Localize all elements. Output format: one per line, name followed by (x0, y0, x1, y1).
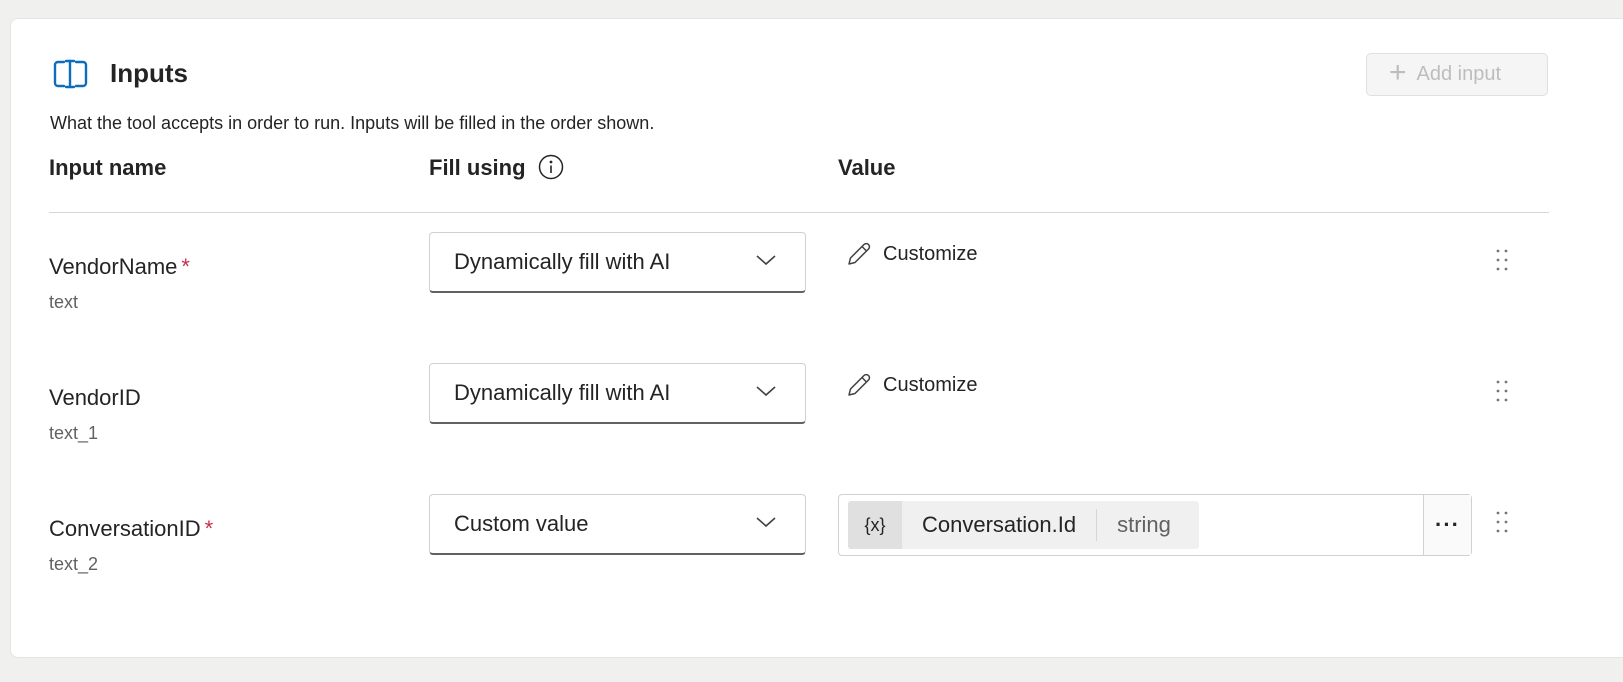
customize-link[interactable]: Customize (845, 371, 977, 399)
input-type: text_2 (49, 554, 99, 574)
section-description: What the tool accepts in order to run. I… (50, 113, 655, 133)
column-header-value: Value (838, 155, 896, 180)
drag-handle-icon[interactable] (1494, 508, 1510, 536)
pencil-icon (848, 373, 871, 396)
drag-handle-icon[interactable] (1494, 246, 1510, 274)
fill-using-dropdown[interactable]: Dynamically fill with AI (429, 363, 806, 424)
input-type: text (49, 292, 79, 312)
plus-icon: + (1389, 56, 1407, 89)
column-header-fill-using: Fill using (429, 153, 564, 183)
column-header-input-name: Input name (49, 155, 167, 180)
variable-type: string (1117, 512, 1171, 537)
input-name: VendorID (49, 383, 145, 413)
variable-icon: {x} (848, 501, 902, 549)
custom-value-field[interactable]: {x} Conversation.Id string ··· (838, 494, 1472, 556)
variable-name: Conversation.Id (902, 509, 1098, 541)
input-name-label: ConversationID (49, 516, 201, 541)
input-bracket-icon (53, 59, 88, 89)
chevron-down-icon (756, 255, 776, 266)
input-row-vendorname: VendorName * text Dynamically fill with A… (0, 232, 1623, 332)
input-name: ConversationID * (49, 514, 213, 544)
customize-label: Customize (883, 373, 978, 396)
pencil-icon (848, 242, 871, 265)
chevron-down-icon (756, 517, 776, 528)
header-divider (49, 212, 1549, 213)
section-title: Inputs (110, 58, 188, 88)
fill-using-dropdown[interactable]: Dynamically fill with AI (429, 232, 806, 293)
customize-link[interactable]: Customize (845, 240, 977, 268)
customize-label: Customize (883, 242, 978, 265)
fill-using-value: Dynamically fill with AI (454, 380, 671, 405)
required-marker: * (181, 254, 190, 279)
chevron-down-icon (756, 386, 776, 397)
add-input-button[interactable]: + Add input (1366, 53, 1548, 96)
fill-using-value: Custom value (454, 511, 589, 536)
fill-using-dropdown[interactable]: Custom value (429, 494, 806, 555)
more-options-button[interactable]: ··· (1423, 495, 1471, 555)
add-input-label: Add input (1416, 63, 1502, 85)
input-row-vendorid: VendorID text_1 Dynamically fill with AI… (0, 363, 1623, 463)
info-icon[interactable] (538, 154, 564, 180)
input-name-label: VendorName (49, 254, 178, 279)
input-name: VendorName * (49, 252, 190, 282)
required-marker: * (204, 516, 214, 541)
fill-using-value: Dynamically fill with AI (454, 249, 671, 274)
input-row-conversationid: ConversationID * text_2 Custom value {x} … (0, 494, 1623, 594)
fill-using-label: Fill using (429, 155, 526, 180)
variable-token[interactable]: {x} Conversation.Id string (848, 501, 1199, 549)
drag-handle-icon[interactable] (1494, 377, 1510, 405)
input-type: text_1 (49, 423, 99, 443)
input-name-label: VendorID (49, 385, 141, 410)
